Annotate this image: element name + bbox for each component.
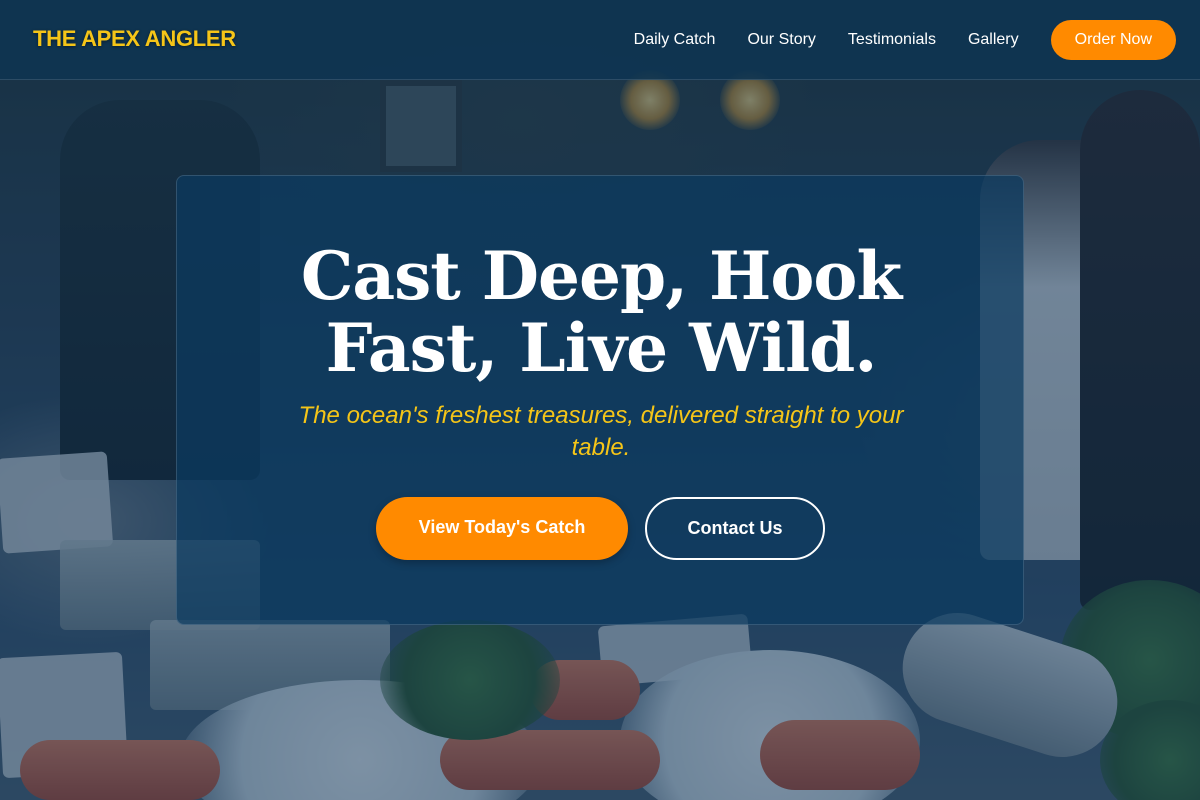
- nav-link-gallery[interactable]: Gallery: [968, 20, 1019, 60]
- hero-subtitle: The ocean's freshest treasures, delivere…: [298, 402, 904, 461]
- site-header: THE APEX ANGLER Daily Catch Our Story Te…: [0, 0, 1200, 80]
- order-now-button[interactable]: Order Now: [1050, 20, 1176, 60]
- nav-link-testimonials[interactable]: Testimonials: [848, 20, 936, 60]
- main-nav: Daily Catch Our Story Testimonials Galle…: [634, 20, 1176, 60]
- view-todays-catch-button[interactable]: View Today's Catch: [376, 497, 628, 560]
- nav-link-daily-catch[interactable]: Daily Catch: [634, 20, 716, 60]
- hero-card: Cast Deep, Hook Fast, Live Wild. The oce…: [176, 175, 1024, 625]
- nav-link-our-story[interactable]: Our Story: [747, 20, 815, 60]
- hero-title: Cast Deep, Hook Fast, Live Wild.: [300, 237, 902, 387]
- contact-us-button[interactable]: Contact Us: [645, 497, 825, 560]
- page: THE APEX ANGLER Daily Catch Our Story Te…: [0, 0, 1200, 800]
- brand-logo[interactable]: THE APEX ANGLER: [33, 26, 236, 52]
